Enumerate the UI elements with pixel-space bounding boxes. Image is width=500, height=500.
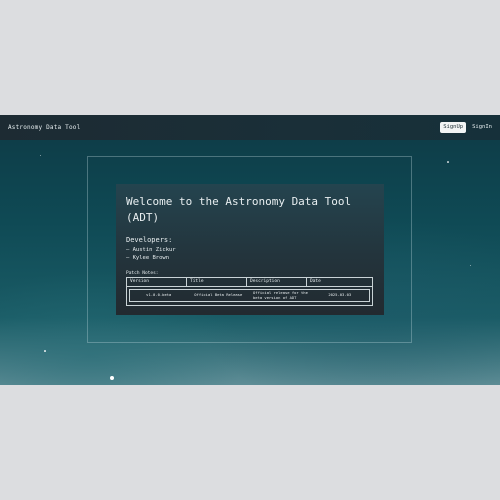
patch-notes-table: Version Title Description Date v1.0.0-be…	[126, 277, 373, 306]
cell-title: Official Beta Release	[194, 292, 243, 298]
signup-button[interactable]: SignUp	[440, 121, 467, 134]
app-brand[interactable]: Astronomy Data Tool	[8, 124, 80, 131]
developers-list: — Austin Zickur — Kylee Brown	[126, 246, 374, 262]
column-header-date: Date	[310, 279, 321, 284]
star-decoration	[40, 155, 41, 156]
app-screen: Astronomy Data Tool SignUp SignIn Welcom…	[0, 115, 500, 385]
table-body: v1.0.0-beta Official Beta Release Offici…	[127, 287, 372, 305]
cell-version: v1.0.0-beta	[146, 292, 172, 298]
column-header-description: Description	[247, 278, 307, 286]
star-decoration	[110, 376, 114, 380]
star-decoration	[44, 350, 46, 352]
cell-description: Official release for the beta version of…	[253, 290, 308, 300]
star-decoration	[447, 161, 449, 163]
cell-date: 2025-03-03	[328, 292, 352, 298]
developers-heading: Developers:	[126, 236, 173, 244]
column-header-title: Title	[187, 278, 247, 286]
developer-item: — Austin Zickur	[126, 247, 176, 253]
patch-notes-heading: Patch Notes:	[126, 271, 159, 276]
table-row: v1.0.0-beta Official Beta Release Offici…	[129, 289, 370, 302]
table-header: Version Title Description Date	[127, 278, 372, 287]
welcome-panel: Welcome to the Astronomy Data Tool (ADT)…	[116, 184, 384, 315]
developer-item: — Kylee Brown	[126, 255, 170, 261]
nav-actions: SignUp SignIn	[440, 121, 492, 134]
column-header-version: Version	[127, 278, 187, 286]
page-title: Welcome to the Astronomy Data Tool (ADT)	[126, 195, 352, 224]
signin-link[interactable]: SignIn	[472, 124, 492, 131]
top-navbar: Astronomy Data Tool SignUp SignIn	[0, 115, 500, 140]
star-decoration	[470, 265, 471, 266]
